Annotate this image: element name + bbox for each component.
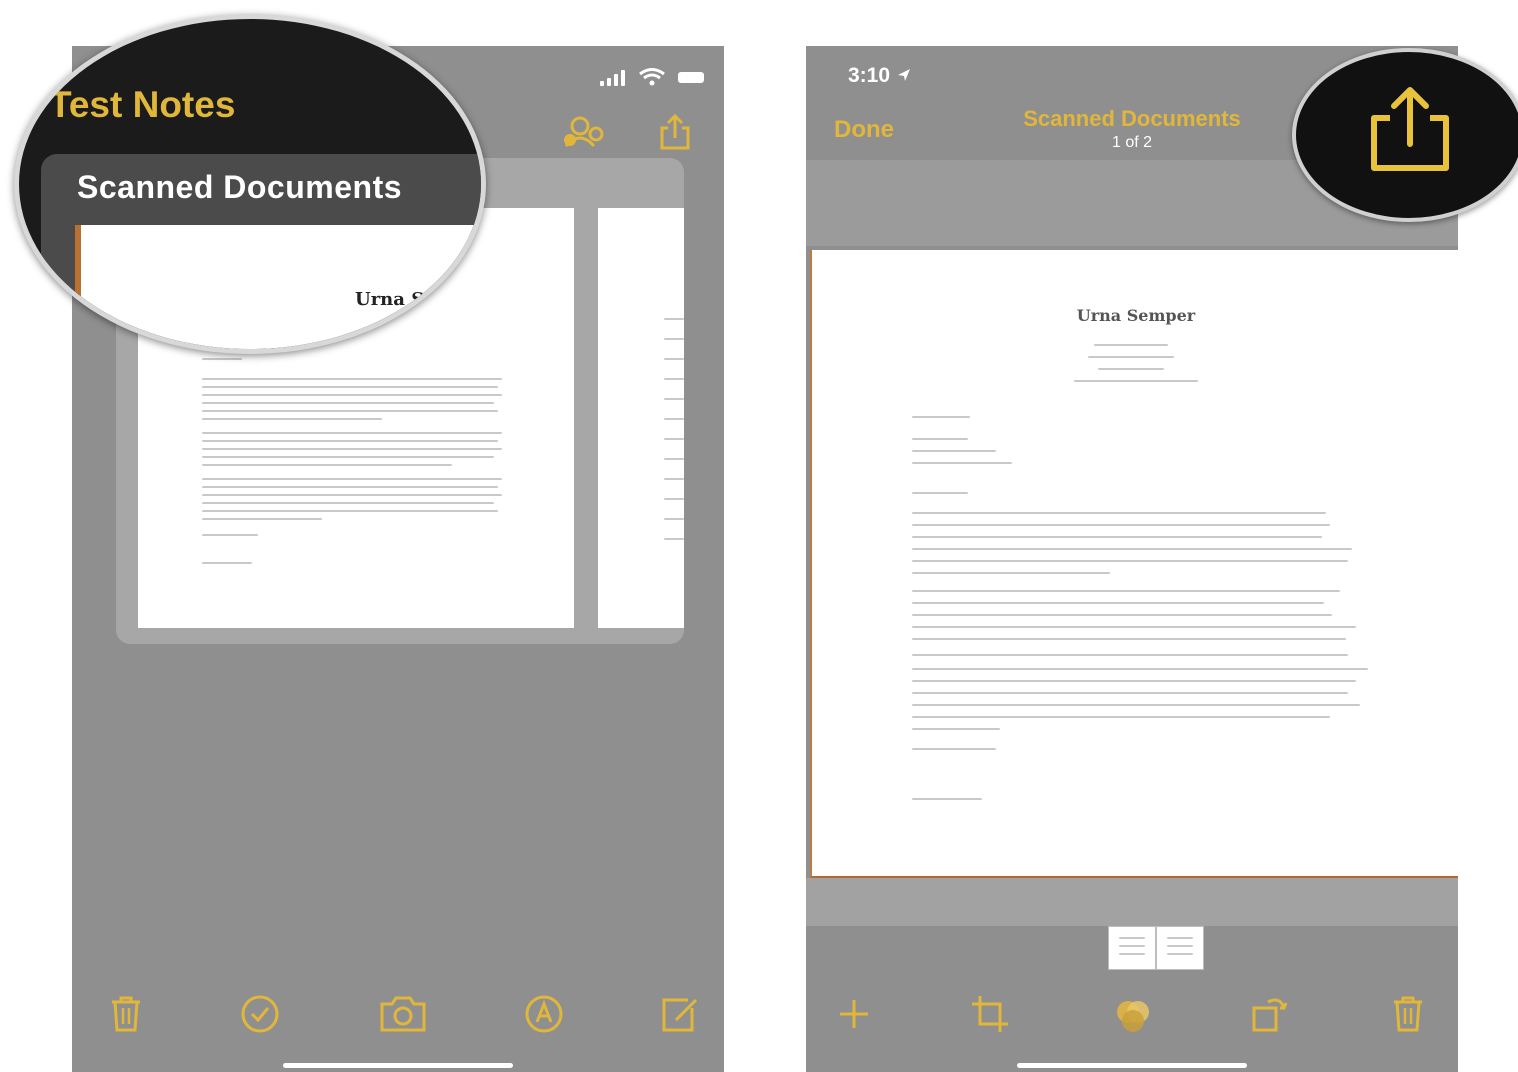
page-bottom-margin [806,878,1458,926]
share-icon[interactable] [1364,86,1456,172]
compose-icon[interactable] [658,992,702,1036]
status-time: 3:10 [848,64,912,88]
crop-icon[interactable] [968,992,1012,1036]
letter-name-zoom: Urna S [355,289,425,310]
checkmark-icon[interactable] [238,992,282,1036]
page-edge [75,225,81,325]
home-indicator [1017,1063,1247,1068]
battery-icon [678,72,704,83]
trash-icon[interactable] [1386,992,1430,1036]
add-people-icon[interactable] [558,116,608,150]
share-icon[interactable] [658,114,692,150]
letter-sender-name: Urna Semper [1076,306,1196,325]
note-title[interactable]: Scanned Documents [77,169,402,206]
notes-toolbar [72,962,724,1072]
signal-icon [600,68,630,86]
rotate-icon[interactable] [1248,992,1292,1036]
document-toolbar [806,962,1458,1072]
folder-title: Test Notes [49,84,236,125]
filters-icon[interactable] [1108,992,1158,1036]
zoom-callout: Test Notes Scanned Documents Urna S [14,14,486,354]
location-arrow-icon [897,69,910,81]
share-zoom-callout [1292,48,1518,222]
add-icon[interactable] [832,992,876,1036]
home-indicator [283,1063,513,1068]
wifi-icon [639,68,665,86]
scanned-page-zoom [79,225,481,349]
camera-icon[interactable] [378,992,428,1036]
status-bar-icons [600,68,704,86]
markup-icon[interactable] [522,992,566,1036]
scanned-page: Urna Semper [810,250,1458,879]
scanned-page-thumbnail-2 [598,208,684,628]
trash-icon[interactable] [104,992,148,1036]
